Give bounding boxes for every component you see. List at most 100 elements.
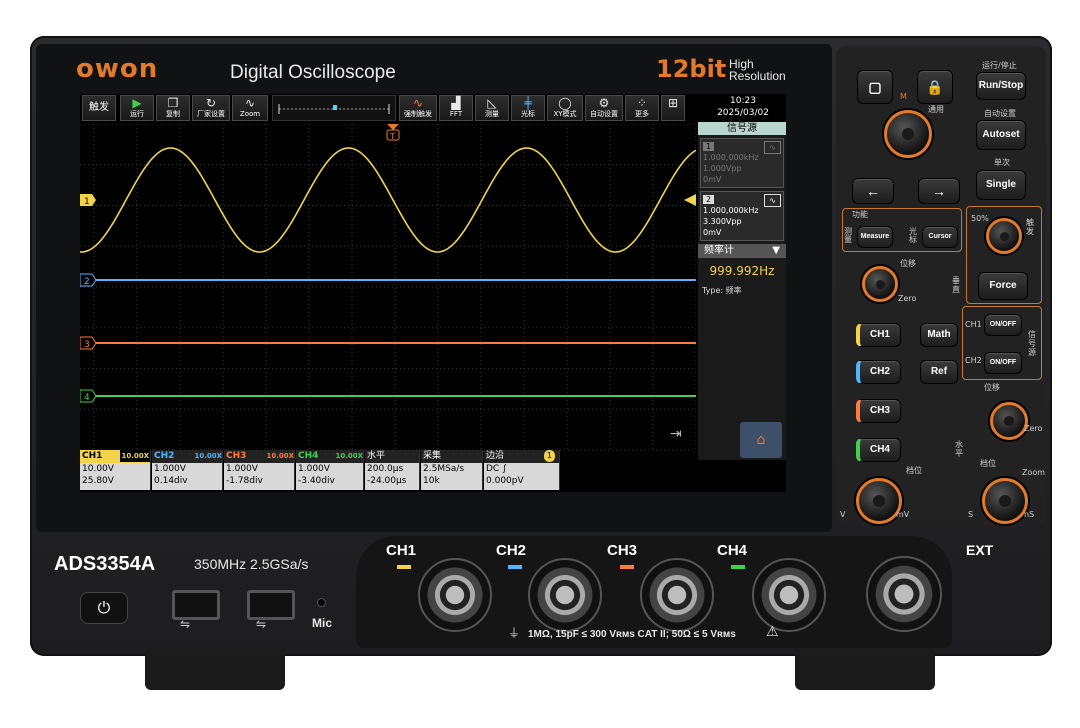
source-1-card[interactable]: 1 ∿ 1.000,000kHz 1.000Vpp 0mV — [700, 138, 784, 188]
factory-settings-button[interactable]: ↻ 厂家设置 — [192, 95, 230, 121]
lcd-screen: 触发 ▶ 运行 ❐ 复制 ↻ 厂家设置 ∿ Zoom ∿ 强制触发 ▟ FFT ◺ 测量 ╪ 光… — [80, 94, 786, 492]
ch4-status[interactable]: CH4 10.00X 1.000V -3.40div — [296, 450, 364, 490]
ch4-button[interactable]: CH4 — [856, 438, 901, 462]
fft-button[interactable]: ▟ FFT — [439, 95, 473, 121]
ch3-color-bar — [620, 565, 634, 569]
status-bar: CH1 10.00X 10.00V 25.80V CH2 10.00X 1.000V 0… — [80, 450, 560, 490]
force-trigger-button[interactable]: ∿ 强制触发 — [399, 95, 437, 121]
ch3-input-label: CH3 — [607, 542, 638, 559]
autoset-button[interactable]: Autoset — [976, 120, 1026, 150]
lock-button[interactable]: 🔒 — [917, 70, 953, 104]
copy-icon: ❐ — [167, 96, 179, 110]
cursor-button-panel[interactable]: Cursor — [922, 226, 958, 248]
ext-input-label: EXT — [966, 542, 994, 558]
right-foot — [795, 650, 935, 690]
cursor-icon: ╪ — [524, 96, 532, 110]
ch2-button[interactable]: CH2 — [856, 360, 901, 384]
trigger-menu-button[interactable]: 触发 — [82, 95, 116, 121]
exit-icon[interactable]: ⇥ — [670, 426, 682, 442]
model-name: ADS3354A — [54, 553, 156, 575]
source-ch1-onoff-button[interactable]: ON/OFF — [984, 314, 1022, 336]
ch2-color-bar — [508, 565, 522, 569]
sine-icon: ∿ — [764, 141, 781, 154]
ext-bnc-connector[interactable] — [866, 556, 942, 632]
more-button[interactable]: ⁘ 更多 — [625, 95, 659, 121]
ch3-status[interactable]: CH3 10.00X 1.000V -1.78div — [224, 450, 295, 490]
ch3-bnc-connector[interactable] — [640, 558, 714, 632]
horizontal-position-label: 位移 — [984, 383, 1000, 392]
input-rating: 1MΩ, 15pF ≤ 300 Vʀᴍs CAT II; 50Ω ≤ 5 Vʀᴍ… — [528, 629, 736, 640]
measure-button[interactable]: ◺ 测量 — [475, 95, 509, 121]
force-button[interactable]: Force — [978, 272, 1028, 300]
usb-icon: ⇋ — [180, 617, 191, 631]
svg-text:4: 4 — [84, 393, 90, 403]
warning-icon: ⚠ — [766, 624, 779, 640]
sine-icon: ∿ — [764, 194, 781, 207]
left-foot — [145, 650, 285, 690]
run-stop-button[interactable]: Run/Stop — [976, 72, 1026, 100]
ch2-marker[interactable]: 2 — [80, 273, 97, 287]
bit-depth-badge: 12bit — [656, 55, 727, 83]
owon-logo: owon — [76, 54, 159, 84]
frequency-counter-title[interactable]: 频率计 ▼ — [698, 244, 786, 258]
source-ch2-onoff-button[interactable]: ON/OFF — [984, 352, 1022, 374]
usb-port-2[interactable] — [247, 590, 295, 620]
horizontal-position-knob[interactable] — [990, 402, 1028, 440]
arrow-left-icon: ← — [866, 183, 880, 199]
ch4-marker[interactable]: 4 — [80, 389, 97, 403]
usb-port-1[interactable] — [172, 590, 220, 620]
network-button[interactable]: ⊞ — [661, 95, 685, 121]
source-2-card[interactable]: 2 ∿ 1.000,000kHz 3.300Vpp 0mV — [700, 191, 784, 241]
ch2-status[interactable]: CH2 10.00X 1.000V 0.14div — [152, 450, 223, 490]
clock-date: 2025/03/02 — [717, 108, 769, 118]
math-button[interactable]: Math — [920, 323, 958, 347]
stop-square-button[interactable]: ▢ — [857, 70, 893, 104]
ch1-button[interactable]: CH1 — [856, 323, 901, 347]
ref-button[interactable]: Ref — [920, 360, 958, 384]
ch4-bnc-connector[interactable] — [752, 558, 826, 632]
frequency-counter-type[interactable]: Type: 频率 — [698, 285, 786, 296]
zoom-button[interactable]: ∿ Zoom — [232, 95, 268, 121]
autoset-menu-button[interactable]: ⚙ 自动设置 — [585, 95, 623, 121]
general-knob[interactable] — [884, 110, 932, 158]
right-arrow-button[interactable]: → — [918, 178, 960, 204]
vertical-scale-label: 档位 — [906, 466, 922, 475]
ch1-marker[interactable]: 1 — [80, 194, 96, 207]
play-icon: ▶ — [132, 96, 142, 110]
ch1-color-bar — [397, 565, 411, 569]
fft-icon: ▟ — [451, 96, 461, 110]
svg-text:2: 2 — [84, 277, 90, 287]
xy-icon: ◯ — [558, 96, 572, 110]
acquire-status[interactable]: 采集 2.5MSa/s 10k — [421, 450, 483, 490]
frequency-counter-value: 999.992Hz — [709, 264, 775, 278]
trigger-level-marker[interactable] — [684, 194, 696, 206]
clock: 10:23 2025/03/02 — [700, 95, 786, 121]
ch2-bnc-connector[interactable] — [528, 558, 602, 632]
trigger-position-marker[interactable]: T — [386, 124, 400, 141]
trigger-level-knob[interactable] — [986, 218, 1022, 254]
svg-text:3: 3 — [84, 340, 90, 350]
horizontal-status[interactable]: 水平 200.0µs -24.00µs — [365, 450, 420, 490]
autoset-icon: ⚙ — [598, 96, 610, 110]
memory-position-bar[interactable] — [272, 95, 396, 121]
measure-button-panel[interactable]: Measure — [857, 226, 893, 248]
single-button[interactable]: Single — [976, 170, 1026, 200]
horizontal-scale-knob[interactable] — [982, 478, 1028, 524]
cursor-button[interactable]: ╪ 光标 — [511, 95, 545, 121]
power-button[interactable]: ⏻ — [80, 592, 128, 624]
copy-button[interactable]: ❐ 复制 — [156, 95, 190, 121]
vertical-position-knob[interactable] — [862, 266, 898, 302]
ch1-status[interactable]: CH1 10.00X 10.00V 25.80V — [80, 450, 151, 490]
xy-mode-button[interactable]: ◯ XY模式 — [547, 95, 583, 121]
trigger-status[interactable]: 边沿 1 DC ∫ 0.000pV — [484, 450, 560, 490]
run-button[interactable]: ▶ 运行 — [120, 95, 154, 121]
ground-icon: ⏚ — [508, 626, 521, 640]
memory-depth-indicator — [278, 104, 390, 114]
ch4-color-bar — [731, 565, 745, 569]
ch1-waveform — [80, 147, 696, 253]
home-button[interactable]: ⌂ — [740, 422, 782, 458]
ch4-input-label: CH4 — [717, 542, 748, 559]
left-arrow-button[interactable]: ← — [852, 178, 894, 204]
ch1-bnc-connector[interactable] — [418, 558, 492, 632]
ch3-button[interactable]: CH3 — [856, 399, 901, 423]
